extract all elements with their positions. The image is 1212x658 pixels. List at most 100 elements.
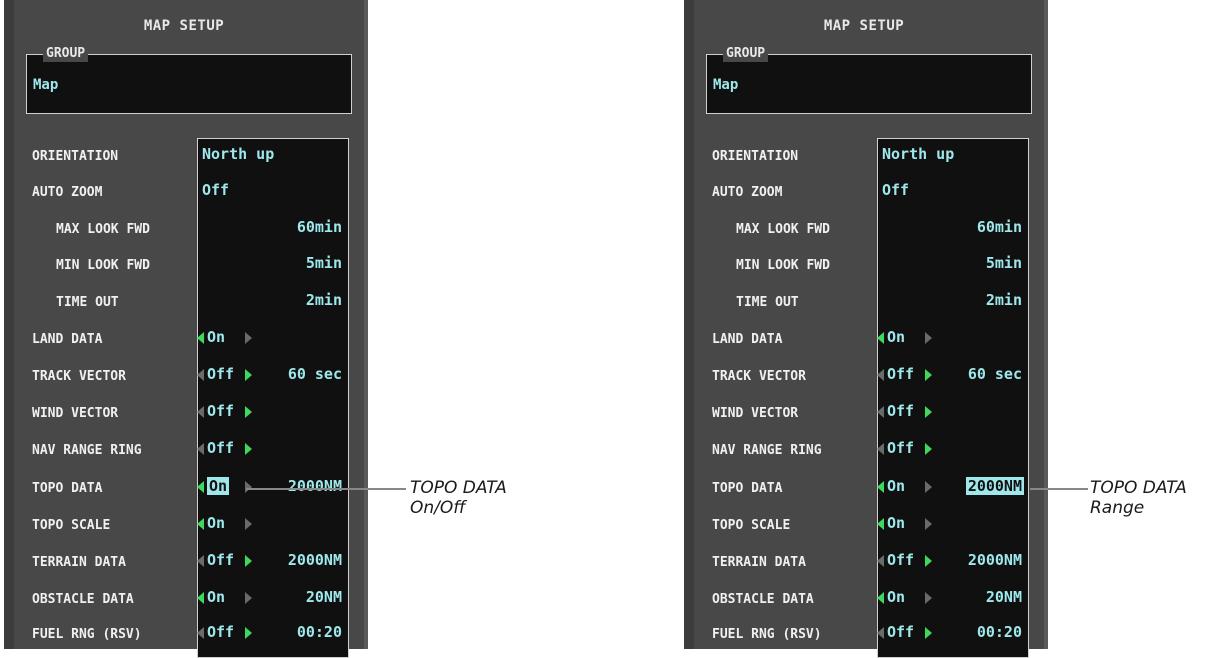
row-orientation[interactable]: ORIENTATION North up: [684, 142, 1044, 172]
terrain-data-value[interactable]: Off: [207, 551, 234, 569]
row-land-data[interactable]: LAND DATA On: [684, 325, 1044, 355]
row-label: TOPO DATA: [712, 481, 783, 496]
topo-scale-value[interactable]: On: [207, 514, 225, 532]
group-label: GROUP: [43, 46, 89, 62]
arrow-right-icon: [245, 592, 252, 604]
auto-zoom-value[interactable]: Off: [202, 181, 229, 199]
row-max-look-fwd[interactable]: MAX LOOK FWD 60min: [4, 215, 364, 245]
row-label: TIME OUT: [736, 295, 799, 310]
row-nav-range-ring[interactable]: NAV RANGE RING Off: [4, 436, 364, 466]
group-value: Map: [33, 77, 59, 93]
track-vector-range[interactable]: 60 sec: [968, 365, 1022, 383]
row-label: MIN LOOK FWD: [56, 258, 150, 273]
row-auto-zoom[interactable]: AUTO ZOOM Off: [684, 178, 1044, 208]
row-min-look-fwd[interactable]: MIN LOOK FWD 5min: [4, 251, 364, 281]
row-obstacle-data[interactable]: OBSTACLE DATA On 20NM: [4, 585, 364, 615]
arrow-left-icon: [197, 555, 204, 567]
arrow-right-icon: [925, 443, 932, 455]
row-track-vector[interactable]: TRACK VECTOR Off 60 sec: [684, 362, 1044, 392]
arrow-right-icon: [245, 627, 252, 639]
row-label: OBSTACLE DATA: [32, 592, 134, 607]
track-vector-value[interactable]: Off: [207, 365, 234, 383]
row-orientation[interactable]: ORIENTATION North up: [4, 142, 364, 172]
row-wind-vector[interactable]: WIND VECTOR Off: [4, 399, 364, 429]
arrow-right-icon: [245, 555, 252, 567]
row-max-look-fwd[interactable]: MAX LOOK FWD 60min: [684, 215, 1044, 245]
row-terrain-data[interactable]: TERRAIN DATA Off 2000NM: [684, 548, 1044, 578]
time-out-value[interactable]: 2min: [986, 291, 1022, 309]
row-track-vector[interactable]: TRACK VECTOR Off 60 sec: [4, 362, 364, 392]
arrow-left-icon: [877, 518, 884, 530]
callout-title: TOPO DATA: [1090, 478, 1187, 498]
row-min-look-fwd[interactable]: MIN LOOK FWD 5min: [684, 251, 1044, 281]
obstacle-data-range[interactable]: 20NM: [306, 588, 342, 606]
row-label: ORIENTATION: [712, 149, 799, 164]
topo-data-value[interactable]: On: [207, 477, 230, 495]
row-label: TOPO SCALE: [32, 518, 111, 533]
row-auto-zoom[interactable]: AUTO ZOOM Off: [4, 178, 364, 208]
arrow-left-icon: [197, 592, 204, 604]
callout-subtitle: Range: [1090, 498, 1145, 518]
arrow-left-icon: [877, 332, 884, 344]
row-time-out[interactable]: TIME OUT 2min: [684, 288, 1044, 318]
topo-scale-value[interactable]: On: [887, 514, 905, 532]
land-data-value[interactable]: On: [207, 328, 225, 346]
arrow-left-icon: [877, 481, 884, 493]
auto-zoom-value[interactable]: Off: [882, 181, 909, 199]
track-vector-range[interactable]: 60 sec: [288, 365, 342, 383]
topo-data-range[interactable]: 2000NM: [288, 477, 342, 495]
obstacle-data-value[interactable]: On: [207, 588, 225, 606]
max-look-fwd-value[interactable]: 60min: [977, 218, 1022, 236]
row-nav-range-ring[interactable]: NAV RANGE RING Off: [684, 436, 1044, 466]
obstacle-data-value[interactable]: On: [887, 588, 905, 606]
fuel-rng-range[interactable]: 00:20: [977, 623, 1022, 641]
wind-vector-value[interactable]: Off: [207, 402, 234, 420]
land-data-value[interactable]: On: [887, 328, 905, 346]
arrow-right-icon: [925, 627, 932, 639]
terrain-data-value[interactable]: Off: [887, 551, 914, 569]
row-topo-data[interactable]: TOPO DATA On 2000NM: [684, 474, 1044, 504]
row-obstacle-data[interactable]: OBSTACLE DATA On 20NM: [684, 585, 1044, 615]
fuel-rng-value[interactable]: Off: [887, 623, 914, 641]
orientation-value[interactable]: North up: [202, 145, 274, 163]
row-label: MAX LOOK FWD: [736, 222, 830, 237]
map-setup-panel-right: MAP SETUP GROUP Map ORIENTATION North up…: [684, 0, 1048, 658]
row-fuel-rng[interactable]: FUEL RNG (RSV) Off 00:20: [4, 620, 364, 650]
row-topo-scale[interactable]: TOPO SCALE On: [4, 511, 364, 541]
row-label: TIME OUT: [56, 295, 119, 310]
wind-vector-value[interactable]: Off: [887, 402, 914, 420]
orientation-value[interactable]: North up: [882, 145, 954, 163]
group-selector[interactable]: GROUP Map: [706, 46, 1032, 114]
terrain-data-range[interactable]: 2000NM: [968, 551, 1022, 569]
track-vector-value[interactable]: Off: [887, 365, 914, 383]
row-time-out[interactable]: TIME OUT 2min: [4, 288, 364, 318]
min-look-fwd-value[interactable]: 5min: [306, 254, 342, 272]
callout-left: TOPO DATA On/Off: [410, 478, 507, 518]
row-wind-vector[interactable]: WIND VECTOR Off: [684, 399, 1044, 429]
nav-range-ring-value[interactable]: Off: [887, 439, 914, 457]
arrow-right-icon: [245, 518, 252, 530]
group-selector[interactable]: GROUP Map: [26, 46, 352, 114]
row-land-data[interactable]: LAND DATA On: [4, 325, 364, 355]
group-value: Map: [713, 77, 739, 93]
row-label: TOPO SCALE: [712, 518, 791, 533]
topo-data-range[interactable]: 2000NM: [965, 477, 1024, 495]
nav-range-ring-value[interactable]: Off: [207, 439, 234, 457]
terrain-data-range[interactable]: 2000NM: [288, 551, 342, 569]
row-label: FUEL RNG (RSV): [712, 627, 822, 642]
arrow-left-icon: [197, 369, 204, 381]
row-label: FUEL RNG (RSV): [32, 627, 142, 642]
arrow-left-icon: [877, 592, 884, 604]
min-look-fwd-value[interactable]: 5min: [986, 254, 1022, 272]
fuel-rng-range[interactable]: 00:20: [297, 623, 342, 641]
row-label: LAND DATA: [712, 332, 783, 347]
time-out-value[interactable]: 2min: [306, 291, 342, 309]
max-look-fwd-value[interactable]: 60min: [297, 218, 342, 236]
topo-data-value[interactable]: On: [887, 477, 905, 495]
obstacle-data-range[interactable]: 20NM: [986, 588, 1022, 606]
arrow-right-icon: [245, 481, 252, 493]
row-fuel-rng[interactable]: FUEL RNG (RSV) Off 00:20: [684, 620, 1044, 650]
row-terrain-data[interactable]: TERRAIN DATA Off 2000NM: [4, 548, 364, 578]
fuel-rng-value[interactable]: Off: [207, 623, 234, 641]
row-topo-scale[interactable]: TOPO SCALE On: [684, 511, 1044, 541]
